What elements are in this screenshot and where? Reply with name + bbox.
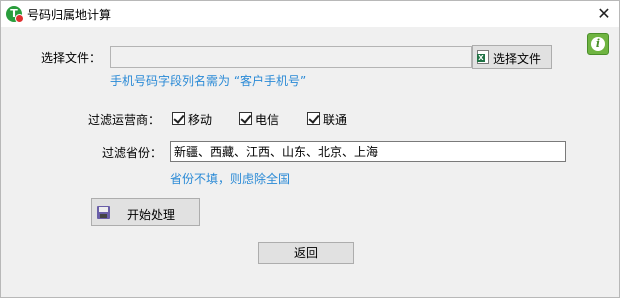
- info-icon: i: [591, 37, 605, 51]
- info-button[interactable]: i: [587, 33, 609, 55]
- start-processing-button[interactable]: 开始处理: [91, 198, 200, 226]
- app-window: T 号码归属地计算 ✕ i 选择文件： X 选择文件 手机号码字段列名需为 “客…: [0, 0, 620, 298]
- carrier-mobile-label: 移动: [188, 113, 213, 127]
- checkbox-carrier-mobile[interactable]: [172, 112, 185, 125]
- check-icon: [173, 112, 185, 124]
- carrier-unicom-label: 联通: [323, 113, 348, 127]
- carrier-telecom-label: 电信: [255, 113, 280, 127]
- file-label: 选择文件：: [41, 51, 102, 65]
- title-bar: T 号码归属地计算 ✕: [1, 1, 619, 27]
- province-hint: 省份不填，则虑除全国: [170, 172, 291, 186]
- app-logo-icon: T: [6, 6, 24, 23]
- file-hint: 手机号码字段列名需为 “客户手机号”: [110, 74, 307, 88]
- save-disk-icon: [97, 206, 110, 219]
- check-icon: [308, 112, 320, 124]
- checkbox-carrier-unicom[interactable]: [307, 112, 320, 125]
- carrier-filter-label: 过滤运营商：: [88, 113, 161, 127]
- choose-file-label: 选择文件: [493, 52, 542, 66]
- excel-file-icon: X: [477, 50, 489, 64]
- back-button[interactable]: 返回: [258, 242, 354, 264]
- file-path-input[interactable]: [110, 46, 472, 68]
- close-button[interactable]: ✕: [589, 1, 619, 27]
- check-icon: [240, 112, 252, 124]
- province-input[interactable]: [170, 141, 566, 162]
- province-filter-label: 过滤省份：: [102, 146, 163, 160]
- checkbox-carrier-telecom[interactable]: [239, 112, 252, 125]
- close-icon: ✕: [597, 4, 611, 23]
- start-processing-label: 开始处理: [127, 208, 176, 222]
- window-title: 号码归属地计算: [27, 8, 112, 22]
- choose-file-button[interactable]: X 选择文件: [472, 45, 552, 69]
- back-button-label: 返回: [293, 246, 318, 260]
